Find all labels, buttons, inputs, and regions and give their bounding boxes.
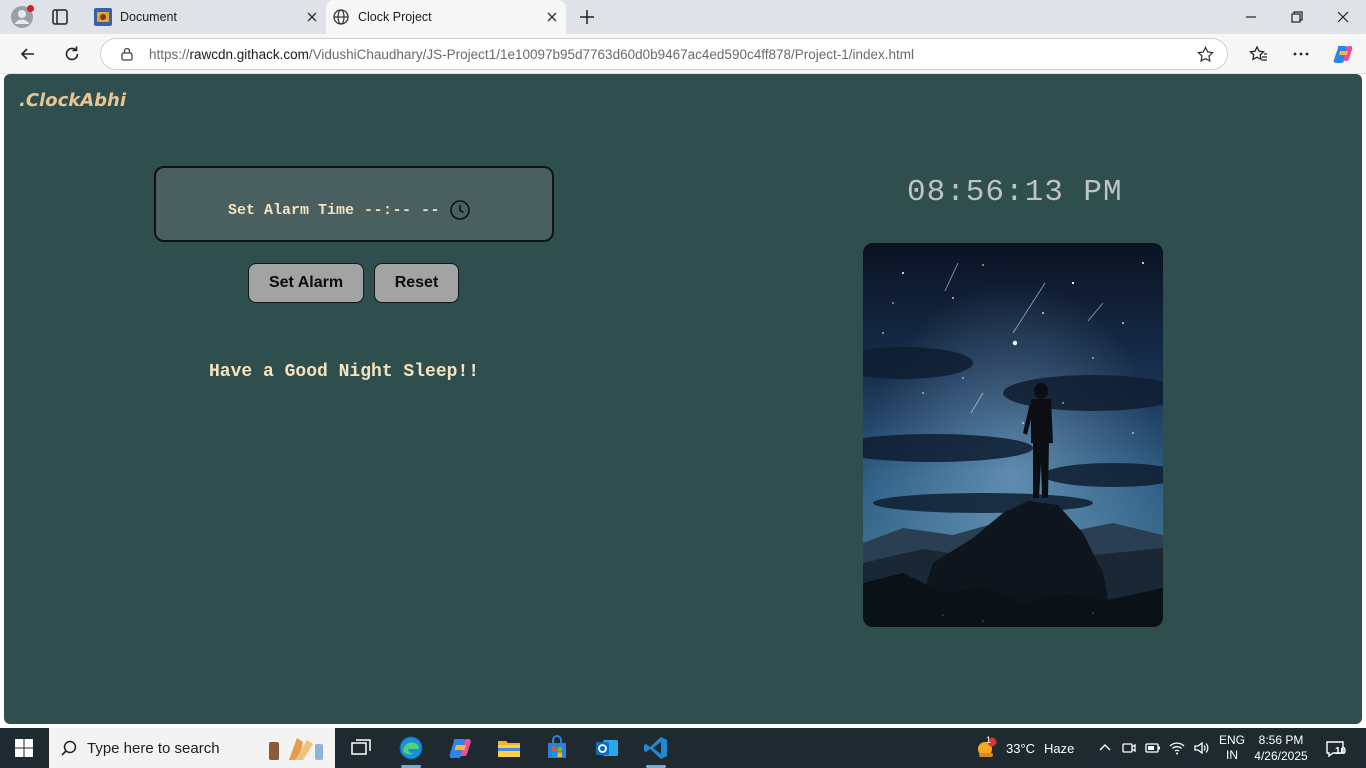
clock-page: .ClockAbhi Set Alarm Time --:-- -- Set A… [4,74,1362,724]
alarm-time-row: Set Alarm Time --:-- -- [228,199,471,221]
url-text: https://rawcdn.githack.com/VidushiChaudh… [149,47,915,62]
meet-now-icon[interactable] [1120,739,1138,757]
system-time: 8:56 PM [1258,733,1304,747]
weather-condition[interactable]: Haze [1044,728,1074,768]
tab-actions-icon[interactable] [50,7,70,27]
input-language[interactable]: ENG IN [1219,733,1245,763]
tab-title: Clock Project [358,10,432,24]
taskbar-search-box[interactable]: Type here to search [49,728,335,768]
tab-clock-project[interactable]: Clock Project [326,0,566,34]
region-code: IN [1226,748,1238,762]
copilot-app-icon[interactable] [446,734,474,762]
file-explorer-icon[interactable] [495,734,523,762]
battery-icon[interactable] [1144,739,1162,757]
close-tab-icon[interactable] [304,9,320,25]
globe-icon [332,8,350,26]
volume-icon[interactable] [1192,739,1210,757]
vscode-icon[interactable] [642,734,670,768]
alarm-time-label: Set Alarm Time [228,201,355,219]
search-placeholder: Type here to search [87,740,220,757]
wifi-icon[interactable] [1168,739,1186,757]
digital-clock: 08:56:13 PM [907,175,1123,210]
search-highlight-icon [261,732,327,764]
close-tab-icon[interactable] [544,9,560,25]
search-icon [60,739,78,757]
system-clock[interactable]: 8:56 PM 4/26/2025 [1248,732,1314,764]
notification-center-icon[interactable]: 10 [1324,739,1348,759]
favorites-icon[interactable] [1248,44,1268,64]
address-bar[interactable]: https://rawcdn.githack.com/VidushiChaudh… [100,38,1228,70]
alarm-time-input[interactable]: --:-- -- [364,202,440,219]
minimize-button[interactable] [1242,8,1260,26]
profile-notification-dot [27,5,34,12]
browser-tab-strip: Document Clock Project [0,0,1366,34]
task-view-icon[interactable] [347,734,375,762]
more-options-icon[interactable] [1291,44,1311,64]
restore-button[interactable] [1288,8,1306,26]
night-sky-image [863,243,1163,627]
tab-title: Document [120,10,177,24]
notification-count: 10 [1335,746,1347,757]
lock-icon[interactable] [119,46,135,62]
language-code: ENG [1219,733,1246,747]
copilot-icon[interactable] [1332,43,1354,65]
system-date: 4/26/2025 [1254,749,1308,763]
windows-taskbar: Type here to search 1 33°C Haze ENG IN 8… [0,728,1366,768]
profile-icon[interactable] [10,5,34,29]
greeting-message: Have a Good Night Sleep!! [209,362,480,382]
document-favicon-icon [94,8,112,26]
reset-button[interactable]: Reset [374,263,459,303]
weather-temp[interactable]: 33°C [1006,728,1035,768]
tab-document[interactable]: Document [88,0,326,34]
weather-badge: 1 [986,735,992,745]
favorite-star-icon[interactable] [1196,45,1215,64]
refresh-icon[interactable] [62,44,82,64]
close-window-button[interactable] [1334,8,1352,26]
outlook-icon[interactable] [593,734,621,762]
new-tab-button[interactable] [577,7,597,27]
browser-toolbar: https://rawcdn.githack.com/VidushiChaudh… [0,34,1366,74]
set-alarm-button[interactable]: Set Alarm [248,263,364,303]
windows-start-icon[interactable] [14,738,34,758]
site-logo[interactable]: .ClockAbhi [19,90,126,111]
clock-picker-icon[interactable] [449,199,471,221]
alarm-time-box: Set Alarm Time --:-- -- [154,166,554,242]
microsoft-store-icon[interactable] [543,734,571,762]
show-hidden-icons-chevron-icon[interactable] [1096,739,1114,757]
back-icon[interactable] [18,44,38,64]
edge-icon[interactable] [397,734,425,768]
